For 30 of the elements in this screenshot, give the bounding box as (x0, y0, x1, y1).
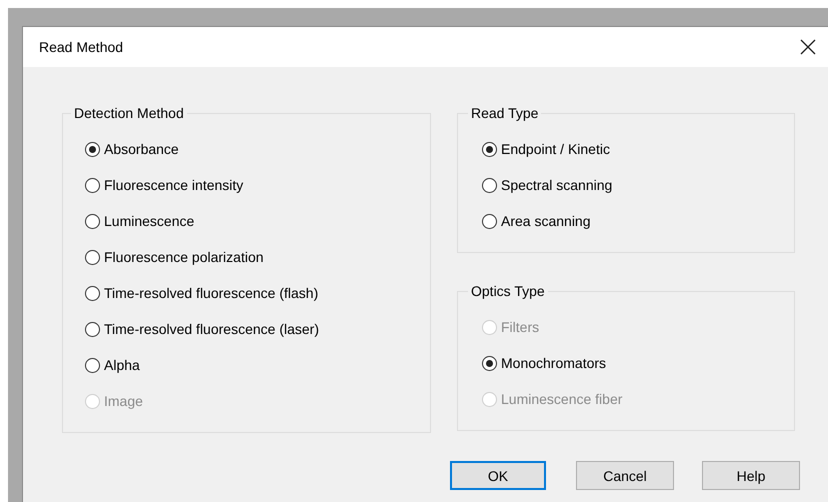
radio-option[interactable]: Fluorescence intensity (85, 175, 430, 195)
radio-button[interactable] (85, 142, 100, 156)
radio-option[interactable]: Monochromators (482, 353, 794, 373)
close-icon[interactable] (800, 39, 816, 55)
radio-option[interactable]: Spectral scanning (482, 175, 794, 195)
radio-button[interactable] (482, 142, 497, 156)
radio-button[interactable] (85, 250, 100, 264)
radio-option[interactable]: Luminescence (85, 211, 430, 231)
dialog-button[interactable]: OK (450, 461, 546, 490)
group-title: Optics Type (470, 283, 546, 299)
dialog-button[interactable]: Help (702, 461, 800, 490)
radio-button[interactable] (85, 358, 100, 372)
radio-option[interactable]: Time-resolved fluorescence (flash) (85, 283, 430, 303)
radio-button[interactable] (85, 286, 100, 300)
group-title: Read Type (470, 105, 540, 121)
radio-option[interactable]: Area scanning (482, 211, 794, 231)
radio-option[interactable]: Absorbance (85, 139, 430, 159)
window-title: Read Method (39, 39, 124, 55)
radio-button[interactable] (85, 322, 100, 336)
radio-button[interactable] (482, 356, 497, 370)
radio-option[interactable]: Time-resolved fluorescence (laser) (85, 319, 430, 339)
radio-button[interactable] (85, 178, 100, 192)
radio-button[interactable] (85, 214, 100, 228)
radio-button[interactable] (482, 178, 497, 192)
dialog-button[interactable]: Cancel (576, 461, 674, 490)
group-title: Detection Method (73, 105, 185, 121)
radio-option[interactable]: Endpoint / Kinetic (482, 139, 794, 159)
radio-button[interactable] (482, 214, 497, 228)
radio-option[interactable]: Fluorescence polarization (85, 247, 430, 267)
radio-option[interactable]: Alpha (85, 355, 430, 375)
